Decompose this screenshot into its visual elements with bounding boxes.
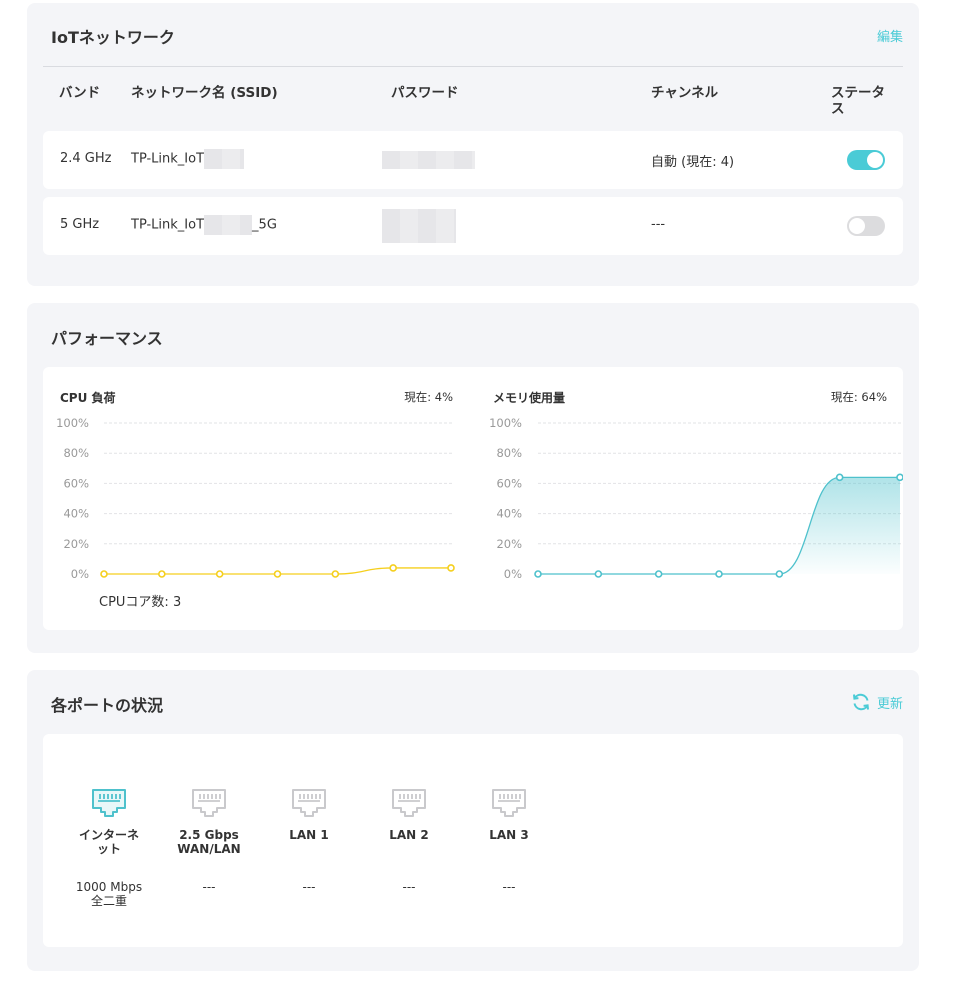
port-value-line2: 全二重 — [90, 894, 127, 908]
ethernet-port-icon — [292, 789, 326, 817]
y-tick-label: 80% — [63, 446, 89, 460]
cpu-current-value: 現在: 4% — [404, 390, 453, 404]
data-point — [715, 570, 723, 578]
password-redacted — [382, 209, 456, 243]
port-name: LAN 1 — [289, 828, 329, 842]
ssid-redacted — [204, 149, 245, 169]
performance-title: パフォーマンス — [51, 329, 163, 348]
data-point — [447, 564, 455, 572]
refresh-icon — [852, 693, 869, 711]
memory-current-value: 現在: 64% — [830, 390, 887, 404]
y-tick-label: 0% — [504, 567, 522, 581]
ssid-suffix: _5G — [252, 217, 277, 233]
data-point — [158, 570, 166, 578]
performance-card: パフォーマンス CPU 負荷 現在: 4% 100% 80% 60% 40% 20% 0%… — [27, 303, 919, 653]
password-redacted — [382, 151, 475, 169]
table-row-5g: 5 GHz TP-Link_IoT _5G --- — [43, 197, 903, 255]
toggle-knob — [867, 152, 883, 168]
performance-panel: CPU 負荷 現在: 4% 100% 80% 60% 40% 20% 0% CPUコア数:… — [43, 367, 903, 630]
y-tick-label: 60% — [496, 476, 522, 490]
status-toggle-2g[interactable] — [847, 150, 885, 170]
iot-network-card: IoTネットワーク 編集 バンド ネットワーク名 (SSID) パスワード チャ… — [27, 3, 919, 286]
data-point — [896, 473, 903, 482]
y-tick-label: 40% — [496, 507, 522, 521]
data-point — [594, 570, 603, 578]
column-header-password: パスワード — [391, 85, 459, 101]
ethernet-port-icon — [192, 789, 226, 817]
port-name: 2.5 Gbps — [179, 828, 239, 842]
column-header-band: バンド — [59, 85, 101, 101]
ports-title: 各ポートの状況 — [51, 696, 164, 715]
port-name-line2: ット — [96, 842, 121, 856]
ethernet-port-icon — [392, 789, 426, 817]
ssid-cell: TP-Link_IoT — [131, 149, 245, 169]
data-point — [100, 570, 108, 578]
column-header-status: ステータス — [831, 85, 885, 117]
port-item: LAN 3 --- — [463, 784, 555, 894]
cpu-chart: 100% 80% 60% 40% 20% 0% — [56, 416, 455, 581]
port-value: --- — [502, 880, 516, 894]
ports-card: 各ポートの状況 更新 インターネ ット 1000 Mbps 全二重 2.5 Gbps WA… — [27, 670, 919, 971]
ssid-text: TP-Link_IoT — [131, 151, 205, 167]
memory-chart-title: メモリ使用量 — [493, 391, 566, 405]
y-tick-label: 80% — [496, 446, 522, 460]
refresh-button[interactable]: 更新 — [851, 692, 903, 712]
data-point — [389, 564, 397, 572]
column-header-channel: チャンネル — [651, 85, 719, 101]
port-name: LAN 2 — [389, 828, 429, 842]
port-value: 1000 Mbps — [75, 880, 143, 894]
channel-cell: 自動 (現在: 4) — [651, 155, 735, 170]
memory-chart: 100% 80% 60% 40% 20% 0% — [489, 416, 903, 581]
data-point — [775, 570, 784, 578]
port-name-line2: WAN/LAN — [177, 842, 241, 856]
port-name: LAN 3 — [489, 828, 529, 842]
port-value: --- — [202, 880, 216, 894]
y-tick-label: 0% — [71, 567, 89, 581]
data-point — [331, 570, 340, 578]
y-tick-label: 100% — [56, 416, 89, 430]
port-item: LAN 1 --- — [263, 784, 355, 894]
port-item: インターネ ット 1000 Mbps 全二重 — [63, 784, 155, 908]
y-tick-label: 20% — [496, 537, 522, 551]
port-item: LAN 2 --- — [363, 784, 455, 894]
port-value: --- — [302, 880, 316, 894]
ethernet-port-icon — [92, 789, 126, 817]
y-tick-label: 40% — [63, 507, 89, 521]
header-divider — [43, 66, 903, 67]
cpu-chart-title: CPU 負荷 — [60, 391, 116, 405]
y-tick-label: 20% — [63, 537, 89, 551]
data-point — [215, 570, 224, 578]
channel-cell: --- — [651, 217, 666, 232]
data-point — [835, 473, 844, 482]
ethernet-port-icon — [492, 789, 526, 817]
data-point — [534, 570, 542, 578]
cpu-core-count: CPUコア数: 3 — [99, 595, 182, 610]
ssid-redacted — [204, 215, 253, 235]
band-cell: 5 GHz — [60, 217, 100, 232]
y-tick-label: 100% — [489, 416, 522, 430]
data-point — [273, 570, 282, 578]
band-cell: 2.4 GHz — [60, 151, 112, 166]
refresh-label: 更新 — [876, 696, 903, 712]
ssid-text: TP-Link_IoT — [131, 217, 205, 233]
ports-panel: インターネ ット 1000 Mbps 全二重 2.5 Gbps WAN/LAN --- LAN… — [43, 734, 903, 947]
toggle-knob — [849, 218, 865, 234]
iot-network-title: IoTネットワーク — [51, 28, 175, 47]
data-point — [654, 570, 663, 578]
port-name: インターネ — [78, 828, 139, 842]
edit-link[interactable]: 編集 — [877, 26, 903, 45]
y-tick-label: 60% — [63, 476, 89, 490]
table-row-2g: 2.4 GHz TP-Link_IoT 自動 (現在: 4) — [43, 131, 903, 189]
area-fill — [538, 477, 900, 574]
status-toggle-5g[interactable] — [847, 216, 885, 236]
ssid-cell: TP-Link_IoT _5G — [131, 215, 277, 235]
port-item: 2.5 Gbps WAN/LAN --- — [163, 784, 255, 894]
port-value: --- — [402, 880, 416, 894]
column-header-ssid: ネットワーク名 (SSID) — [131, 85, 278, 101]
